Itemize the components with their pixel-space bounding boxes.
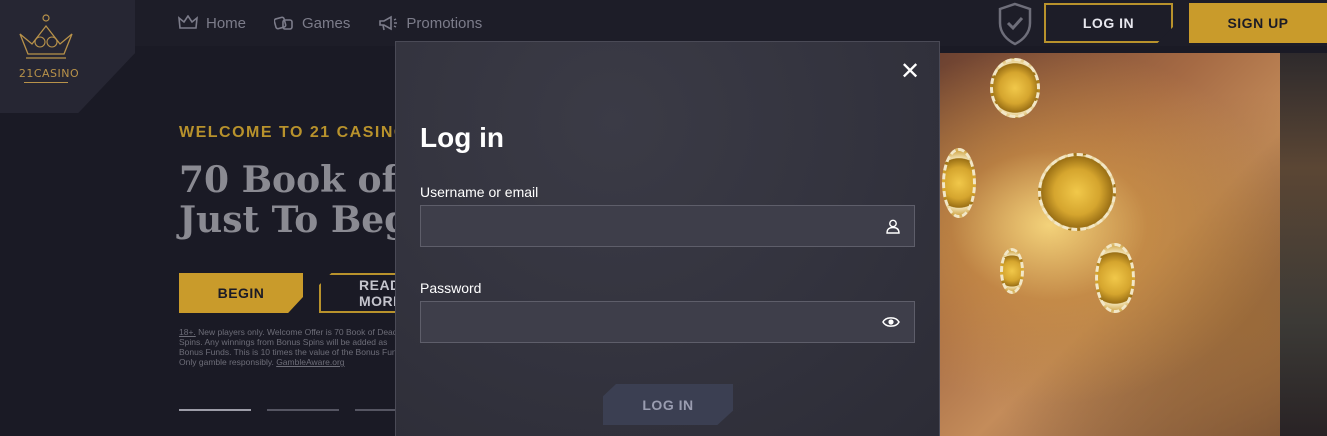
age-restriction: 18+.	[179, 327, 196, 337]
megaphone-icon	[379, 15, 398, 31]
nav-item-home[interactable]: Home	[178, 15, 246, 32]
casino-chip	[1095, 243, 1135, 313]
nav-label-games: Games	[302, 14, 351, 32]
password-label: Password	[420, 280, 482, 296]
hero-artwork	[930, 53, 1327, 436]
gambleaware-link[interactable]: GambleAware.org	[276, 357, 344, 367]
username-label: Username or email	[420, 184, 539, 200]
nav-item-games[interactable]: Games	[274, 15, 350, 32]
header-login-button[interactable]: LOG IN	[1044, 3, 1173, 43]
nav-label-home: Home	[206, 14, 247, 32]
slider-dot[interactable]	[179, 409, 251, 411]
games-icon	[274, 16, 293, 30]
crown-logo-icon	[19, 14, 73, 59]
eye-icon[interactable]	[882, 315, 900, 329]
shield-check-icon[interactable]	[997, 1, 1033, 47]
casino-chip	[990, 58, 1040, 118]
username-input[interactable]	[421, 206, 914, 246]
casino-chip	[1000, 248, 1024, 294]
casino-chip	[942, 148, 976, 218]
password-field[interactable]	[420, 301, 915, 343]
begin-button[interactable]: BEGIN	[179, 273, 303, 313]
slider-dot[interactable]	[267, 409, 339, 411]
modal-title: Log in	[420, 122, 504, 153]
modal-login-button[interactable]: LOG IN	[603, 384, 733, 425]
crown-icon	[178, 15, 198, 29]
user-icon	[886, 219, 900, 234]
nav-label-promotions: Promotions	[406, 14, 483, 32]
main-nav: Home Games Promotions	[178, 0, 482, 46]
hero-figure	[1280, 53, 1327, 436]
login-modal: ✕ Log in Username or email Password LOG …	[395, 41, 940, 436]
hero-welcome-text: WELCOME TO 21 CASINO	[179, 124, 408, 141]
password-input[interactable]	[421, 302, 914, 342]
header-signup-button[interactable]: SIGN UP	[1189, 3, 1327, 43]
terms-gamble: gamble responsibly.	[198, 357, 277, 367]
logo-text: 21CASINO	[18, 67, 80, 80]
top-header: Home Games Promotions LOG IN SIGN UP	[0, 0, 1327, 46]
terms-text: 18+. New players only. Welcome Offer is …	[179, 327, 409, 367]
hero-slider-indicators	[179, 409, 427, 411]
username-field[interactable]	[420, 205, 915, 247]
nav-item-promotions[interactable]: Promotions	[378, 15, 482, 32]
logo-underline	[24, 82, 68, 83]
close-icon[interactable]: ✕	[900, 60, 920, 84]
casino-chip	[1038, 153, 1116, 231]
